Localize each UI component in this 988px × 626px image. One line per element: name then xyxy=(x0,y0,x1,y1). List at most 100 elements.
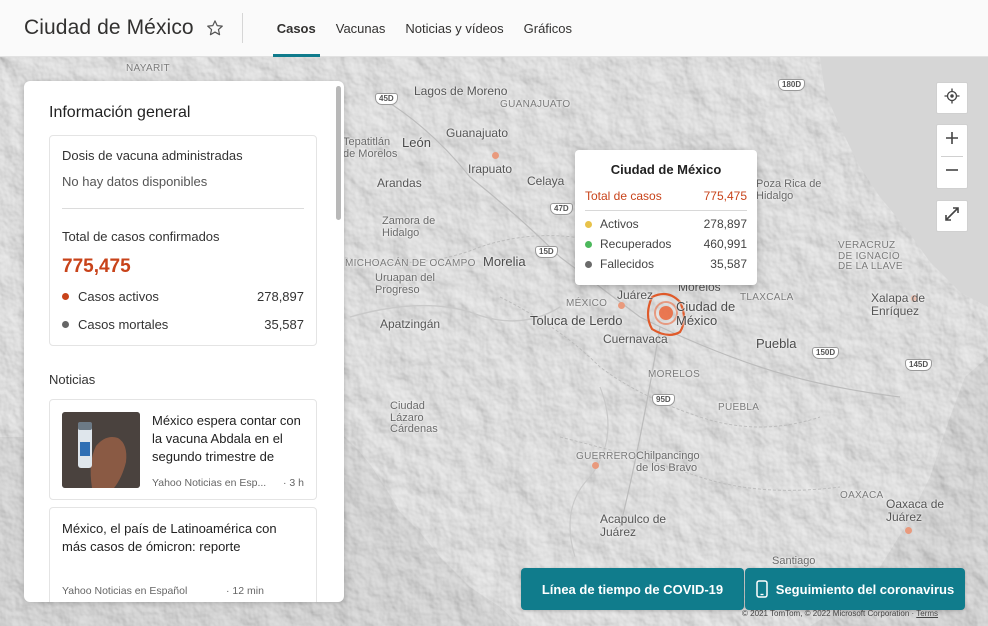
minus-icon xyxy=(945,163,959,182)
deaths-label: Casos mortales xyxy=(78,317,169,332)
tooltip-row-activos: Activos 278,897 xyxy=(585,217,747,231)
case-dot[interactable] xyxy=(492,152,499,159)
tooltip-row-label: Fallecidos xyxy=(600,257,655,271)
tab-noticias-y-videos[interactable]: Noticias y vídeos xyxy=(405,0,503,57)
deaths-row: Casos mortales 35,587 xyxy=(62,317,304,332)
info-panel[interactable]: Información general Dosis de vacuna admi… xyxy=(24,81,344,602)
map-label: OAXACA xyxy=(840,490,884,501)
map-label: Celaya xyxy=(527,174,565,188)
news-source: Yahoo Noticias en Esp... xyxy=(152,477,267,489)
deaths-dot-icon xyxy=(585,261,592,268)
map-label: PUEBLA xyxy=(718,402,760,413)
tooltip-total-label: Total de casos xyxy=(585,189,662,203)
tooltip-row-label: Recuperados xyxy=(600,237,672,251)
tooltip-total-row: Total de casos 775,475 xyxy=(585,189,747,203)
news-title[interactable]: México, el país de Latinoamérica con más… xyxy=(62,520,300,556)
tooltip-total-value: 775,475 xyxy=(703,189,747,203)
map-label: Juárez xyxy=(617,288,654,302)
deaths-value: 35,587 xyxy=(264,317,304,332)
news-age-value: 3 h xyxy=(289,477,304,489)
news-thumbnail xyxy=(62,412,140,488)
locate-icon xyxy=(943,87,961,110)
header-divider xyxy=(241,13,243,43)
case-dot[interactable] xyxy=(905,527,912,534)
highway-shield: 15D xyxy=(535,246,558,258)
active-dot-icon xyxy=(585,221,592,228)
map-label: MORELOS xyxy=(648,369,701,380)
zoom-out-button[interactable] xyxy=(937,157,967,188)
map-label: TLAXCALA xyxy=(740,292,794,303)
map-label: MICHOACÁN DE OCAMPO xyxy=(345,258,476,269)
tab-vacunas[interactable]: Vacunas xyxy=(336,0,386,57)
confirmed-label: Total de casos confirmados xyxy=(62,229,220,244)
map-label: Morelia xyxy=(483,254,526,269)
map-label: GUERRERO xyxy=(576,451,637,462)
stats-card: Dosis de vacuna administradas No hay dat… xyxy=(49,135,317,346)
news-age: · 3 h xyxy=(282,477,304,489)
tooltip-row-value: 35,587 xyxy=(710,257,747,271)
tracker-label: Seguimiento del coronavirus xyxy=(775,581,955,597)
map-label: Lagos de Moreno xyxy=(414,84,508,98)
map-label: Apatzingán xyxy=(380,317,441,331)
vaccine-label: Dosis de vacuna administradas xyxy=(62,148,243,163)
news-heading: Noticias xyxy=(49,372,96,387)
page-title: Ciudad de México xyxy=(24,16,194,39)
map-label: Cuernavaca xyxy=(603,332,668,346)
map-label: GUANAJUATO xyxy=(500,99,571,110)
active-dot-icon xyxy=(62,293,69,301)
highway-shield: 47D xyxy=(550,203,573,215)
map-label: MÉXICO xyxy=(566,298,608,309)
map-label: Chilpancingo de los Bravo xyxy=(636,450,700,474)
active-cases-row: Casos activos 278,897 xyxy=(62,289,304,304)
news-age: · 12 min xyxy=(226,585,264,597)
highway-shield: 45D xyxy=(375,93,398,105)
news-title[interactable]: México espera contar con la vacuna Abdal… xyxy=(152,412,310,466)
copyright-text: © 2021 TomTom, © 2022 Microsoft Corporat… xyxy=(742,609,910,618)
covid-timeline-button[interactable]: Línea de tiempo de COVID-19 xyxy=(521,568,744,610)
map-label: NAYARIT xyxy=(126,63,170,74)
case-dot[interactable] xyxy=(618,302,625,309)
tooltip-divider xyxy=(585,210,747,211)
tooltip-row-value: 278,897 xyxy=(703,217,747,231)
map-copyright: © 2021 TomTom, © 2022 Microsoft Corporat… xyxy=(742,609,939,618)
map-label: Toluca de Lerdo xyxy=(530,313,623,328)
top-header: Ciudad de México Casos Vacunas Noticias … xyxy=(0,0,988,57)
confirmed-value: 775,475 xyxy=(62,256,131,277)
highway-shield: 95D xyxy=(652,394,675,406)
vaccine-value: No hay datos disponibles xyxy=(62,174,208,189)
news-source: Yahoo Noticias en Español xyxy=(62,585,188,597)
expand-icon xyxy=(944,206,960,227)
locate-me-button[interactable] xyxy=(936,82,968,114)
panel-title: Información general xyxy=(49,104,191,121)
terms-link[interactable]: Terms xyxy=(916,609,938,618)
star-icon[interactable] xyxy=(206,19,224,37)
tooltip-row-value: 460,991 xyxy=(703,237,747,251)
fullscreen-button[interactable] xyxy=(936,200,968,232)
case-dot[interactable] xyxy=(592,462,599,469)
map-label: Zamora de Hidalgo xyxy=(382,215,436,239)
map-label: Irapuato xyxy=(468,162,513,176)
map-label: Ciudad de México xyxy=(676,299,736,328)
tooltip-row-recuperados: Recuperados 460,991 xyxy=(585,237,747,251)
map-label: Xalapa de Enríquez xyxy=(871,291,926,318)
zoom-controls xyxy=(936,124,968,189)
tab-casos[interactable]: Casos xyxy=(272,0,320,57)
recovered-dot-icon xyxy=(585,241,592,248)
active-value: 278,897 xyxy=(257,289,304,304)
panel-scrollbar[interactable] xyxy=(336,86,341,220)
phone-icon xyxy=(756,580,768,598)
map-label: Guanajuato xyxy=(446,126,509,140)
news-card[interactable]: México espera contar con la vacuna Abdal… xyxy=(49,399,317,500)
zoom-in-button[interactable] xyxy=(937,125,967,156)
map-label: Oaxaca de Juárez xyxy=(886,497,945,524)
coronavirus-tracker-button[interactable]: Seguimiento del coronavirus xyxy=(745,568,965,610)
tooltip-title: Ciudad de México xyxy=(610,162,722,177)
map-label: Santiago xyxy=(772,555,816,567)
card-divider xyxy=(62,208,304,209)
highway-shield: 145D xyxy=(905,359,933,371)
news-card[interactable]: México, el país de Latinoamérica con más… xyxy=(49,507,317,602)
tab-graficos[interactable]: Gráficos xyxy=(524,0,572,57)
highway-shield: 150D xyxy=(812,347,840,359)
map-label: Ciudad Lázaro Cárdenas xyxy=(390,400,438,436)
map-label: Puebla xyxy=(756,336,797,351)
